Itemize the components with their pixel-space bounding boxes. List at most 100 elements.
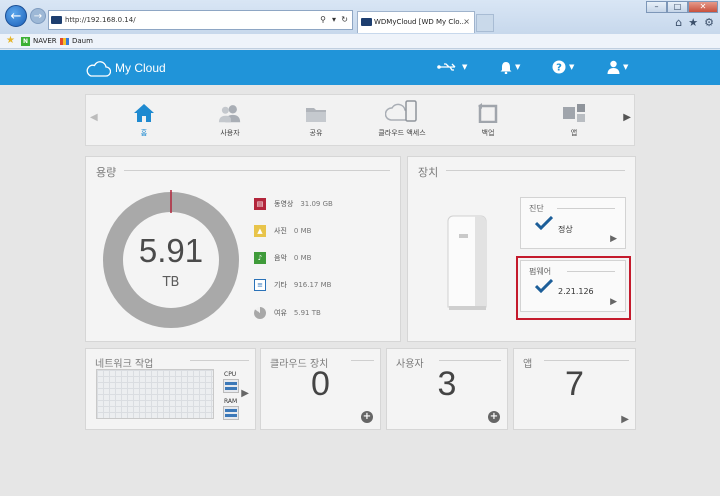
nav-item-apps[interactable]: 앱 — [534, 95, 614, 145]
cpu-label: CPU — [224, 371, 237, 378]
device-title: 장치 — [418, 166, 439, 179]
capacity-value: 5.91 — [138, 232, 204, 269]
naver-icon: N — [21, 37, 30, 46]
settings-gear-icon[interactable]: ⚙ — [704, 16, 714, 29]
home-icon[interactable]: ⌂ — [675, 16, 682, 29]
capacity-unit: TB — [162, 275, 180, 290]
add-cloud-device-icon[interactable]: + — [361, 411, 373, 423]
legend-other: ≡ 기타 916.17 MB — [254, 278, 331, 292]
music-icon: ♪ — [254, 252, 266, 264]
chevron-right-icon[interactable]: ▶ — [241, 388, 249, 399]
forward-button[interactable]: → — [30, 8, 46, 24]
diagnostics-title: 진단 — [529, 204, 544, 213]
cloud-device-icon — [384, 100, 420, 123]
nav-item-users[interactable]: 사용자 — [190, 95, 270, 145]
checkmark-icon — [535, 216, 553, 230]
usb-icon — [437, 63, 456, 71]
home-icon — [132, 101, 156, 123]
cloud-devices-count: 0 — [311, 365, 330, 403]
refresh-icon[interactable]: ↻ — [341, 11, 348, 29]
favorite-daum[interactable]: Daum — [72, 34, 93, 48]
nav-scroll-left-icon[interactable]: ◀ — [90, 112, 98, 123]
nav-item-backup[interactable]: 백업 — [448, 95, 528, 145]
legend-music: ♪ 음악 0 MB — [254, 251, 311, 265]
cloud-devices-panel: 클라우드 장치 0 + — [260, 348, 381, 430]
help-menu[interactable]: ? ▼ — [552, 58, 574, 76]
legend-label: 사진 — [274, 227, 287, 235]
divider — [446, 170, 625, 171]
site-favicon-icon — [51, 16, 62, 24]
main-nav-bar: ◀ 홈 사용자 공유 클라우드 액세스 백업 앱 ▶ — [85, 94, 635, 146]
chevron-right-icon[interactable]: ▶ — [610, 234, 617, 244]
folder-icon — [304, 101, 328, 123]
diagnostics-card[interactable]: 진단 정상 ▶ — [520, 197, 626, 249]
daum-icon — [60, 38, 69, 45]
nav-label: 클라우드 액세스 — [378, 129, 426, 137]
brand-logo[interactable]: My Cloud — [85, 59, 195, 79]
users-panel: 사용자 3 + — [386, 348, 508, 430]
svg-text:?: ? — [556, 63, 562, 74]
usb-menu[interactable]: ▼ — [437, 58, 467, 76]
capacity-panel: 용량 5.91 TB ▤ 동영상 31.09 GB ▲ 사진 0 MB ♪ 음악… — [85, 156, 401, 342]
close-tab-icon[interactable]: × — [463, 12, 470, 32]
maximize-button[interactable]: □ — [667, 1, 688, 13]
diagnostics-value: 정상 — [558, 225, 573, 234]
bell-icon — [500, 61, 512, 74]
nav-label: 공유 — [309, 129, 323, 137]
search-icon[interactable]: ⚲ — [320, 11, 326, 29]
divider — [124, 170, 390, 171]
user-icon — [607, 60, 620, 74]
legend-free: 여유 5.91 TB — [254, 306, 321, 320]
favorites-bar: ★ N NAVER Daum — [0, 34, 720, 49]
cloud-logo-icon — [86, 61, 111, 77]
new-tab-button[interactable] — [476, 14, 494, 32]
nav-label: 백업 — [481, 129, 495, 137]
address-bar[interactable]: http://192.168.0.14/ ⚲ ▾ ↻ — [48, 10, 353, 30]
nav-item-cloud-access[interactable]: 클라우드 액세스 — [362, 95, 442, 145]
address-url: http://192.168.0.14/ — [65, 16, 136, 24]
network-panel: 네트워크 작업 CPU RAM ▶ — [85, 348, 256, 430]
divider — [439, 360, 501, 361]
app-page: My Cloud ▼ ▼ ? ▼ ▼ ◀ 홈 사용자 공유 클라우드 액세스 백… — [0, 50, 720, 496]
apps-panel: 앱 7 ▶ — [513, 348, 636, 430]
app-header: My Cloud ▼ ▼ ? ▼ ▼ — [0, 50, 720, 85]
nav-label: 앱 — [570, 129, 578, 137]
nav-item-shares[interactable]: 공유 — [276, 95, 356, 145]
cpu-meter — [223, 379, 239, 393]
browser-titlebar: ← → http://192.168.0.14/ ⚲ ▾ ↻ WDMyCloud… — [0, 0, 720, 34]
close-window-button[interactable]: ✕ — [688, 1, 718, 13]
browser-toolbar-icons: ⌂ ★ ⚙ — [675, 16, 714, 29]
legend-label: 여유 — [274, 309, 287, 317]
dropdown-icon[interactable]: ▾ — [332, 11, 336, 29]
apps-count: 7 — [565, 365, 584, 403]
legend-photo: ▲ 사진 0 MB — [254, 224, 311, 238]
browser-tab[interactable]: WDMyCloud [WD My Clo... × — [357, 11, 475, 33]
favorite-naver[interactable]: NAVER — [33, 34, 57, 48]
divider — [557, 208, 615, 209]
capacity-title: 용량 — [96, 166, 117, 179]
nas-device-image — [447, 215, 487, 310]
document-icon: ≡ — [254, 279, 266, 291]
favorites-star-icon[interactable]: ★ — [6, 34, 15, 48]
network-title: 네트워크 작업 — [95, 359, 154, 370]
favorites-star-icon[interactable]: ★ — [688, 16, 698, 29]
legend-value: 31.09 GB — [300, 200, 333, 208]
user-menu[interactable]: ▼ — [607, 58, 628, 76]
divider — [351, 360, 374, 361]
legend-label: 음악 — [274, 254, 287, 262]
notifications-menu[interactable]: ▼ — [500, 58, 520, 76]
chevron-down-icon: ▼ — [623, 63, 629, 71]
chevron-right-icon[interactable]: ▶ — [621, 414, 629, 425]
tab-favicon-icon — [361, 18, 372, 26]
back-button[interactable]: ← — [5, 5, 27, 27]
nav-item-home[interactable]: 홈 — [104, 95, 184, 145]
minimize-button[interactable]: – — [646, 1, 667, 13]
film-icon: ▤ — [254, 198, 266, 210]
nav-scroll-right-icon[interactable]: ▶ — [623, 112, 631, 123]
brand-name: My Cloud — [115, 61, 166, 75]
divider — [544, 360, 629, 361]
photo-icon: ▲ — [254, 225, 266, 237]
add-user-icon[interactable]: + — [488, 411, 500, 423]
legend-video: ▤ 동영상 31.09 GB — [254, 197, 333, 211]
ram-meter — [223, 406, 239, 420]
